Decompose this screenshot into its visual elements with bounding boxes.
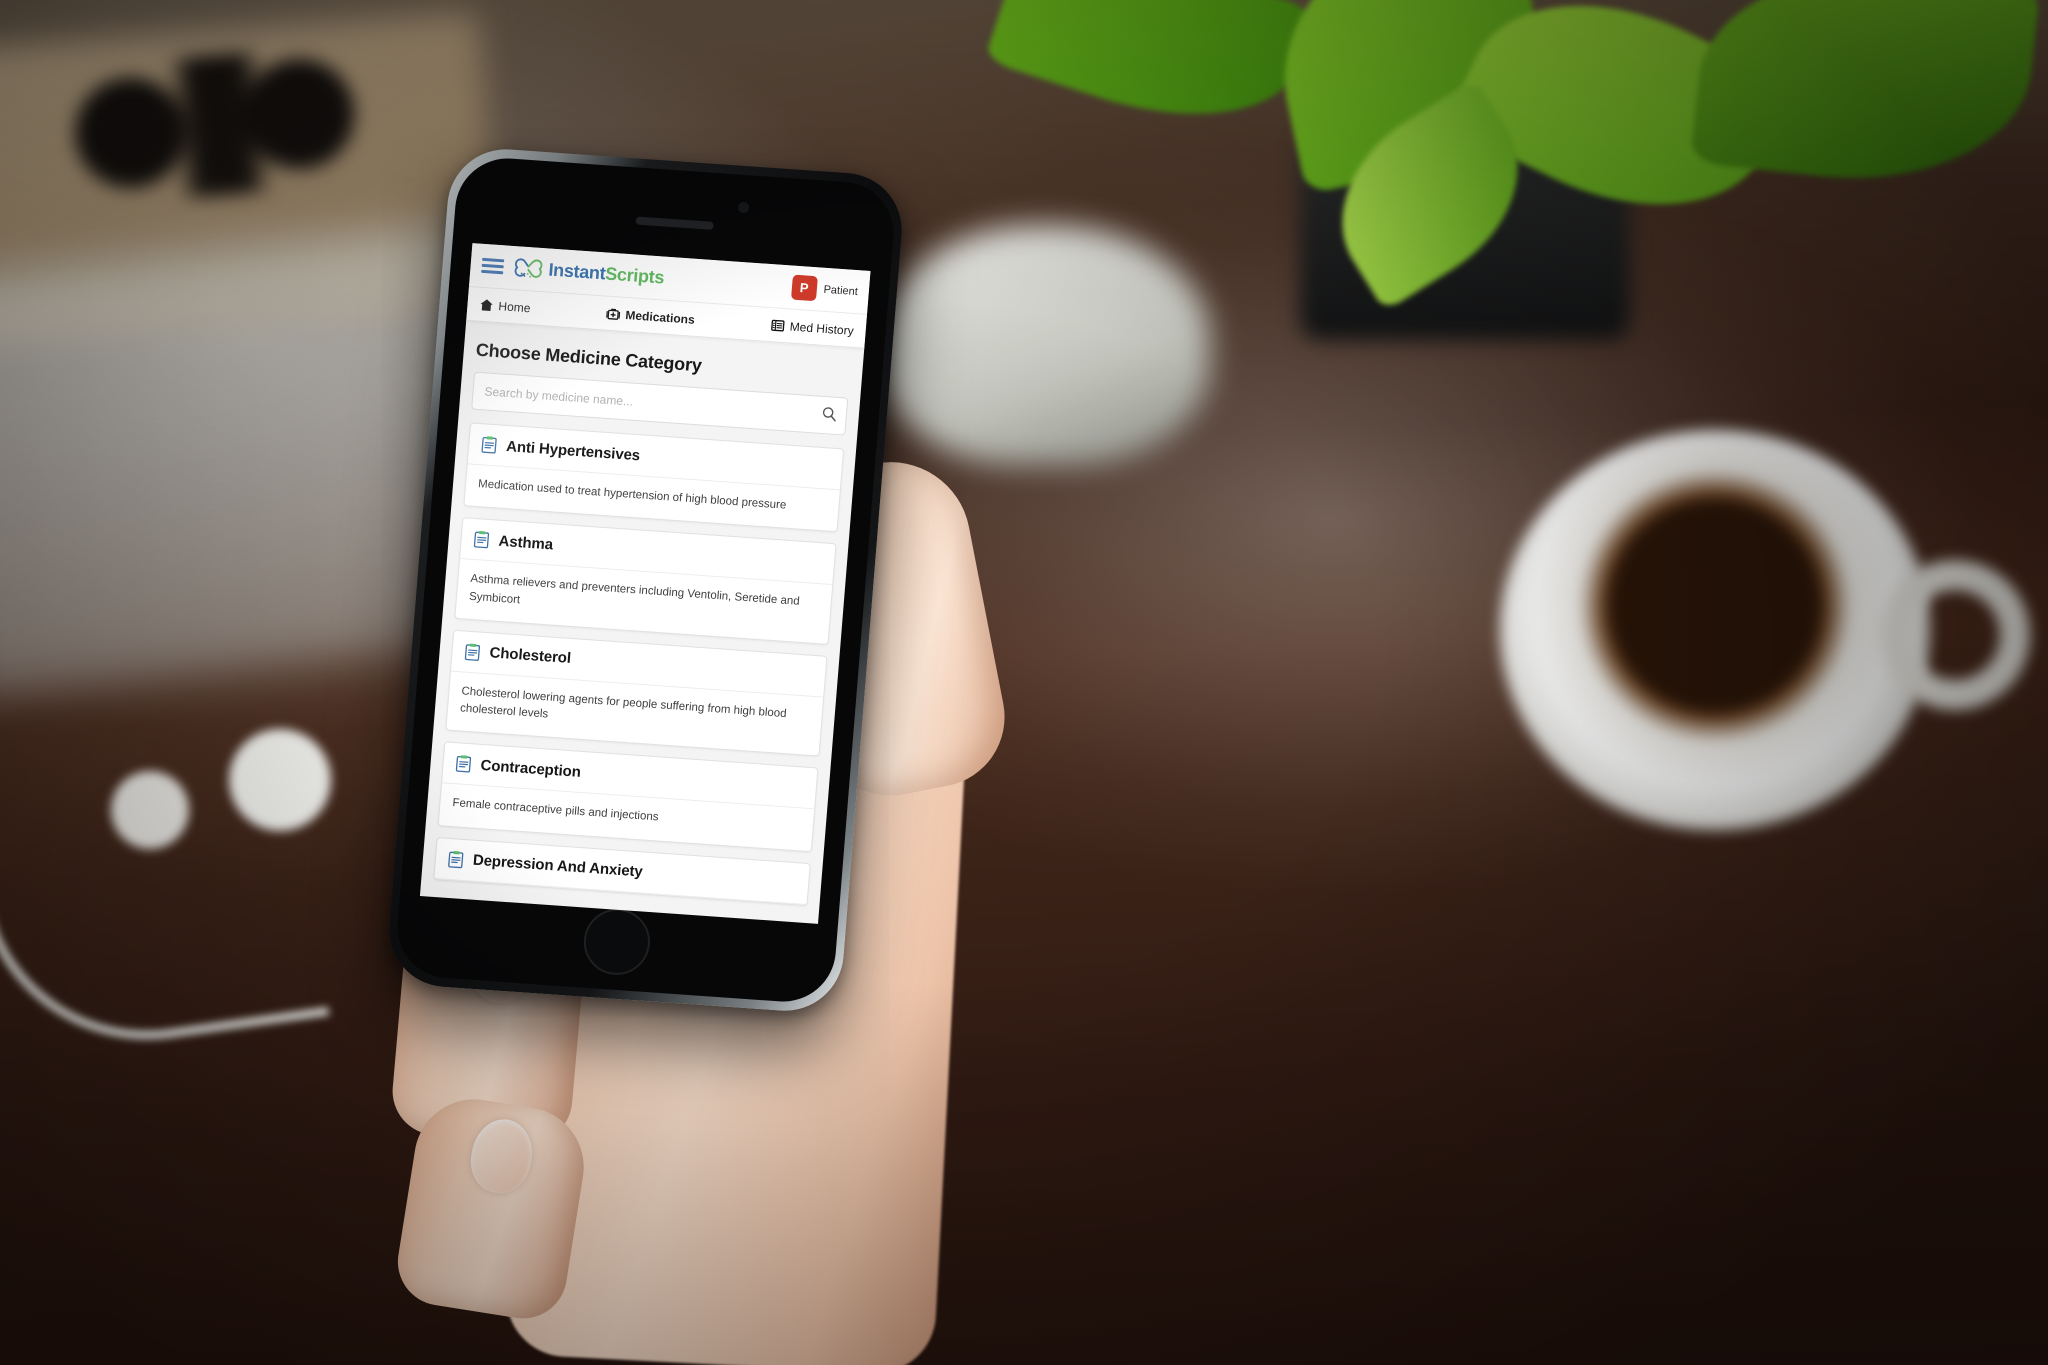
category-card-contraception[interactable]: Contraception Female contraceptive pills… [437, 741, 819, 852]
photo-scene: InstantScripts P Patient Home Medication… [0, 0, 2048, 1365]
logo-wordmark: InstantScripts [548, 260, 665, 289]
nav-item-med-history[interactable]: Med History [770, 318, 855, 338]
user-role-label: Patient [823, 283, 859, 298]
background-coffee-cup [1500, 430, 1930, 830]
medical-kit-icon [606, 306, 621, 321]
category-name: Asthma [497, 532, 554, 554]
app-logo[interactable]: InstantScripts [513, 257, 783, 298]
category-name: Cholesterol [488, 644, 572, 668]
nav-label-home: Home [497, 298, 532, 315]
smartphone: InstantScripts P Patient Home Medication… [384, 145, 907, 1015]
hamburger-menu-icon[interactable] [481, 257, 505, 275]
background-earbud-cable [0, 718, 330, 1062]
document-icon [473, 530, 490, 549]
category-name: Depression And Anxiety [472, 851, 644, 881]
background-leaf [1689, 0, 2041, 197]
page-content: Choose Medicine Category Search by medic… [420, 321, 864, 924]
document-icon [455, 754, 472, 773]
nav-label-med-history: Med History [789, 318, 855, 338]
document-icon [464, 642, 481, 661]
search-button[interactable] [818, 405, 840, 426]
pill-capsule-icon [513, 257, 545, 281]
phone-screen: InstantScripts P Patient Home Medication… [419, 243, 871, 924]
front-camera-icon [737, 201, 750, 214]
background-leaf [984, 0, 1316, 153]
list-table-icon [770, 318, 785, 333]
logo-text-instant: Instant [547, 259, 607, 284]
avatar: P [790, 274, 818, 302]
category-card-cholesterol[interactable]: Cholesterol Cholesterol lowering agents … [445, 629, 828, 757]
document-icon [447, 849, 464, 868]
home-icon [479, 297, 494, 312]
user-chip[interactable]: P Patient [790, 274, 859, 305]
nav-item-medications[interactable]: Medications [606, 306, 695, 326]
nav-label-medications: Medications [624, 307, 696, 327]
search-icon [820, 407, 838, 426]
nav-item-home[interactable]: Home [479, 297, 531, 315]
category-name: Anti Hypertensives [505, 437, 641, 464]
document-icon [481, 435, 498, 454]
category-card-anti-hypertensives[interactable]: Anti Hypertensives Medication used to tr… [463, 422, 845, 533]
background-cup-handle [1880, 560, 2030, 710]
category-card-asthma[interactable]: Asthma Asthma relievers and preventers i… [454, 517, 837, 645]
category-name: Contraception [479, 756, 582, 781]
logo-text-scripts: Scripts [604, 263, 665, 288]
category-list: Anti Hypertensives Medication used to tr… [432, 422, 845, 923]
